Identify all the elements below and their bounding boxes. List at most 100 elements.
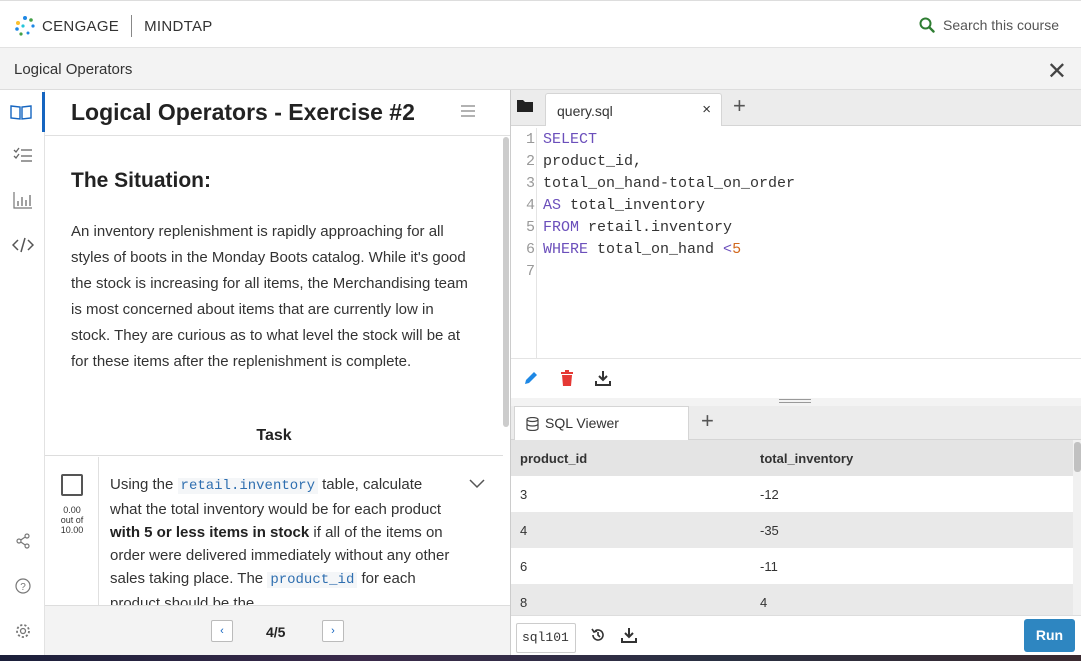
table-row[interactable]: 3 -12: [511, 476, 1073, 512]
task-bold-condition: with 5 or less items in stock: [110, 524, 310, 541]
rail-settings-button[interactable]: [0, 611, 45, 651]
editor-toolbar: [511, 358, 1081, 398]
table-cell: 4: [760, 595, 768, 610]
splitter-grip[interactable]: [779, 399, 811, 403]
task-description: Using the retail.inventory table, calcul…: [110, 473, 455, 605]
sql-viewer-tab[interactable]: SQL Viewer: [514, 406, 689, 440]
rail-share-button[interactable]: [0, 521, 45, 561]
code-line[interactable]: product_id,: [543, 153, 642, 170]
search-icon[interactable]: [919, 17, 935, 33]
line-number: 3: [525, 175, 535, 192]
previous-task-button[interactable]: ‹: [211, 620, 233, 642]
column-header-product-id[interactable]: product_id: [520, 451, 587, 466]
score-of: out of: [60, 515, 84, 525]
sql-keyword: AS: [543, 197, 562, 214]
task-checkbox[interactable]: [61, 474, 83, 496]
trash-icon[interactable]: [560, 370, 574, 386]
run-button[interactable]: Run: [1024, 619, 1075, 652]
rail-code-button[interactable]: [0, 225, 45, 265]
task-code-column: product_id: [267, 572, 358, 588]
table-cell: 3: [520, 487, 528, 502]
sql-keyword: SELECT: [543, 131, 598, 148]
code-line[interactable]: AS total_inventory: [543, 197, 705, 214]
sql-keyword: WHERE: [543, 241, 589, 258]
checklist-icon: [13, 147, 32, 162]
line-number: 7: [525, 263, 535, 280]
situation-text: An inventory replenishment is rapidly ap…: [71, 223, 468, 370]
table-row[interactable]: 8 4: [511, 584, 1073, 615]
code-line[interactable]: SELECT: [543, 131, 597, 148]
add-viewer-tab-button[interactable]: +: [701, 408, 714, 434]
menu-icon[interactable]: [460, 104, 476, 118]
sql-viewer-label: SQL Viewer: [545, 415, 619, 431]
database-select[interactable]: sql101: [516, 623, 576, 653]
task-position: 4/5: [266, 624, 286, 640]
exercise-title: Logical Operators - Exercise #2: [71, 99, 415, 125]
brand-logo-group[interactable]: CENGAGE MINDTAP: [14, 15, 213, 37]
code-line[interactable]: total_on_hand-total_on_order: [543, 175, 795, 192]
task-heading: Task: [45, 420, 503, 456]
code-text: total_inventory: [561, 197, 706, 214]
task-code-table: retail.inventory: [177, 478, 318, 494]
rail-help-button[interactable]: ?: [0, 566, 45, 606]
close-tab-icon[interactable]: ×: [702, 101, 711, 118]
gear-icon: [15, 624, 30, 638]
add-file-tab-button[interactable]: +: [733, 93, 746, 119]
book-icon: [10, 105, 32, 120]
rail-instructions-button[interactable]: [0, 92, 45, 132]
activity-title: Logical Operators: [14, 61, 133, 78]
code-line[interactable]: WHERE total_on_hand <5: [543, 241, 741, 258]
instructions-body: The Situation: An inventory replenishmen…: [45, 137, 503, 457]
code-line[interactable]: FROM retail.inventory: [543, 219, 732, 236]
task-item: 0.00 out of 10.00 Using the retail.inven…: [45, 457, 503, 605]
next-task-button[interactable]: ›: [322, 620, 344, 642]
sql-number: 5: [732, 241, 742, 258]
course-search[interactable]: Search this course: [919, 17, 1059, 33]
rail-checklist-button[interactable]: [0, 135, 45, 175]
line-number: 4: [525, 197, 535, 214]
database-icon: [526, 417, 539, 431]
app-root: CENGAGE MINDTAP Search this course Logic…: [0, 0, 1081, 661]
share-icon: [15, 533, 30, 549]
task-score: 0.00 out of 10.00: [53, 505, 91, 535]
svg-text:?: ?: [20, 582, 26, 593]
code-text: total_on_hand: [588, 241, 724, 258]
code-icon: [11, 237, 34, 253]
table-row[interactable]: 4 -35: [511, 512, 1073, 548]
file-tab-label: query.sql: [557, 103, 613, 119]
bar-chart-icon: [12, 192, 32, 209]
sql-operator: <: [723, 241, 733, 258]
column-header-total-inventory[interactable]: total_inventory: [760, 451, 853, 466]
search-placeholder[interactable]: Search this course: [943, 17, 1059, 33]
instructions-panel: Logical Operators - Exercise #2 The Situ…: [45, 90, 510, 661]
score-value: 0.00: [63, 505, 81, 515]
close-icon[interactable]: ✕: [1047, 57, 1067, 86]
results-scrollbar-thumb[interactable]: [1074, 442, 1081, 472]
brand-company: CENGAGE: [42, 17, 120, 35]
results-scrollbar[interactable]: [1073, 440, 1081, 615]
editor-area: query.sql × + 1 2 3 4 5 6 7 SELECT produ…: [510, 90, 1081, 661]
pane-splitter[interactable]: [511, 398, 1081, 406]
task-status-column: 0.00 out of 10.00: [45, 457, 99, 605]
cengage-logo-icon: [15, 16, 35, 36]
download-icon[interactable]: [621, 627, 637, 643]
line-number: 6: [525, 241, 535, 258]
file-tab-query[interactable]: query.sql ×: [545, 93, 722, 126]
folder-icon[interactable]: [516, 98, 534, 113]
table-cell: 4: [520, 523, 528, 538]
rail-chart-button[interactable]: [0, 180, 45, 220]
download-icon[interactable]: [595, 370, 611, 386]
brand-divider: [131, 15, 133, 37]
table-cell: -11: [760, 559, 778, 574]
history-icon[interactable]: [590, 627, 606, 643]
chevron-down-icon[interactable]: [469, 479, 485, 489]
instructions-scrollbar[interactable]: [503, 137, 509, 427]
table-row[interactable]: 6 -11: [511, 548, 1073, 584]
line-number: 1: [525, 131, 535, 148]
code-editor[interactable]: 1 2 3 4 5 6 7 SELECT product_id, total_o…: [511, 128, 1081, 358]
activity-title-bar: Logical Operators ✕: [0, 48, 1081, 90]
task-text-1: Using the: [110, 476, 178, 493]
os-taskbar-strip: [0, 655, 1081, 661]
results-header-row: product_id total_inventory: [511, 440, 1073, 476]
pencil-icon[interactable]: [523, 370, 539, 386]
